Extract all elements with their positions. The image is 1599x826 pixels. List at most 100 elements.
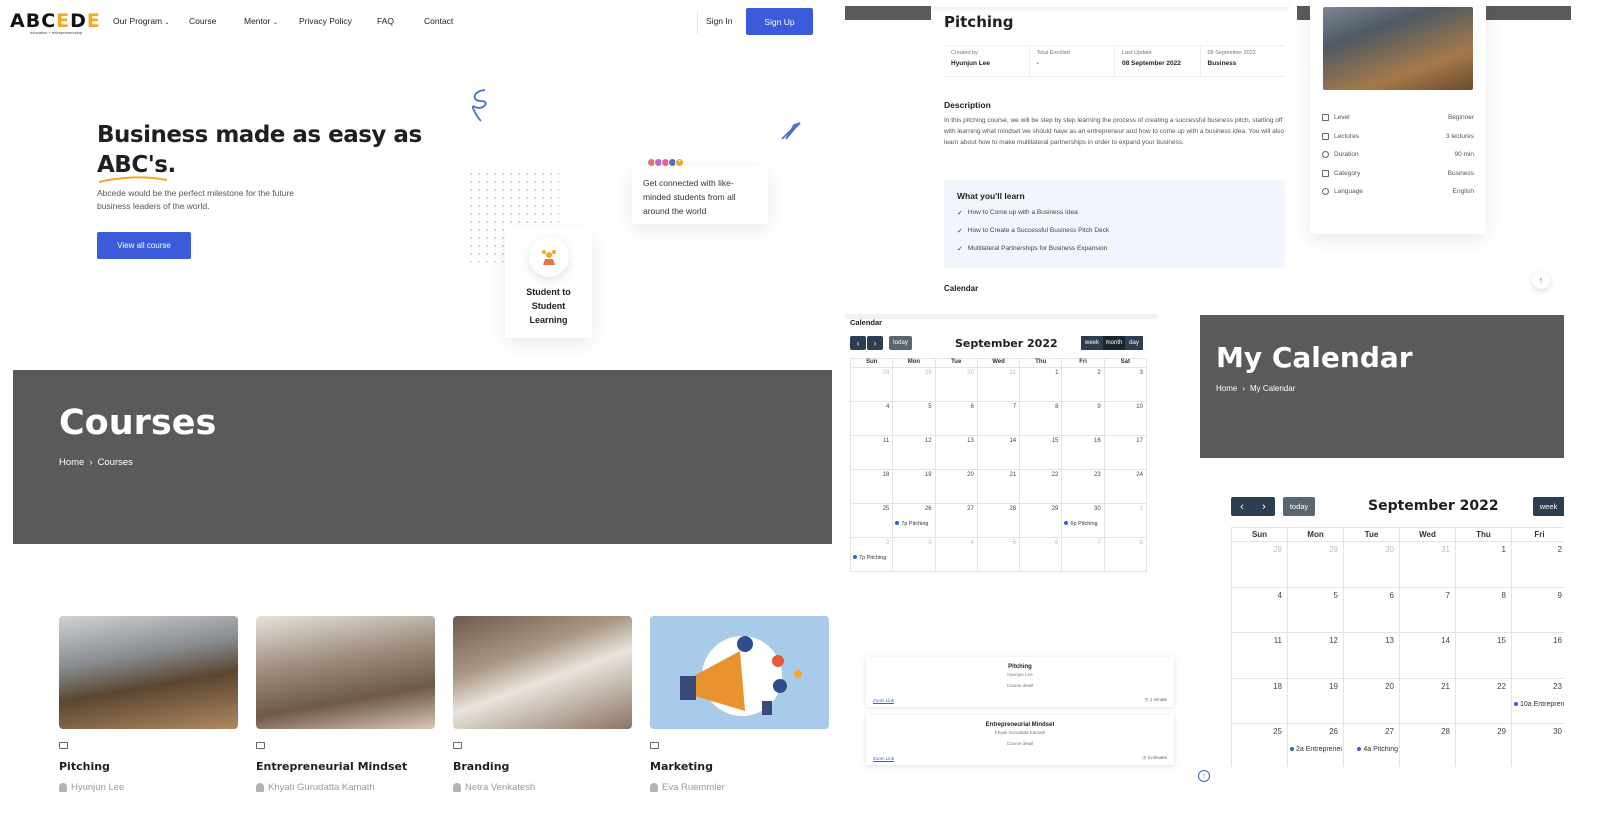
calendar-day[interactable]: 7 — [977, 402, 1021, 436]
course-card[interactable]: Entrepreneurial Mindset Khyati Gurudatta … — [256, 616, 436, 793]
schedule-card[interactable]: Entrepreneurial Mindset Khyati Gurudatta … — [866, 715, 1174, 765]
calendar-day[interactable]: 22 — [1020, 470, 1063, 504]
scroll-top-button[interactable]: ↑ — [1198, 770, 1210, 782]
sign-up-button[interactable]: Sign Up — [746, 8, 813, 35]
calendar-day[interactable]: 20 — [935, 470, 978, 504]
calendar-day[interactable]: 8 — [1020, 402, 1063, 436]
course-image[interactable] — [650, 616, 829, 729]
calendar-day[interactable]: 4 — [935, 538, 978, 572]
calendar-day[interactable]: 27 4a Pitching — [1344, 724, 1400, 767]
calendar-day[interactable]: 22 — [1456, 678, 1512, 724]
calendar-day[interactable]: 23 — [1062, 470, 1105, 504]
calendar-day[interactable]: 26 7p Pitching — [893, 504, 936, 538]
calendar-day[interactable]: 29 — [893, 368, 936, 402]
calendar-day[interactable]: 21 — [1400, 678, 1456, 724]
calendar-day[interactable]: 9 — [1512, 588, 1564, 633]
calendar-event[interactable]: 10a Entrepreneurial — [1514, 701, 1564, 708]
calendar-day[interactable]: 28 — [1232, 542, 1288, 588]
calendar-day[interactable]: 2 — [1062, 368, 1105, 402]
course-image[interactable] — [453, 616, 632, 729]
calendar-day[interactable]: 6 — [935, 402, 978, 436]
course-card[interactable]: Pitching Hyunjun Lee — [59, 616, 239, 793]
next-month-button[interactable]: › — [867, 336, 883, 350]
calendar-day[interactable]: 30 — [935, 368, 978, 402]
calendar-day[interactable]: 6 — [1344, 587, 1400, 633]
zoom-link[interactable]: Zoom Link — [873, 698, 894, 703]
calendar-day[interactable]: 5 — [893, 402, 936, 436]
calendar-day[interactable]: 11 — [1232, 633, 1288, 679]
calendar-day[interactable]: 29 — [1020, 504, 1063, 538]
calendar-day[interactable]: 3 — [1104, 368, 1147, 402]
calendar-day[interactable]: 12 — [893, 436, 936, 470]
calendar-day[interactable]: 16 — [1062, 436, 1105, 470]
today-button[interactable]: today — [1283, 497, 1315, 516]
sign-in-link[interactable]: Sign In — [706, 16, 732, 26]
calendar-day[interactable]: 7 — [1400, 587, 1456, 633]
calendar-day[interactable]: 20 — [1344, 678, 1400, 724]
calendar-day[interactable]: 30 — [1344, 542, 1400, 588]
calendar-day[interactable]: 13 — [1344, 633, 1400, 679]
course-title[interactable]: Marketing — [650, 760, 830, 773]
calendar-day[interactable]: 19 — [893, 470, 936, 504]
scroll-top-button[interactable]: ↑ — [1532, 271, 1550, 289]
nav-our-program[interactable]: Our Program ⌄ — [113, 16, 170, 26]
calendar-day[interactable]: 31 — [1400, 542, 1456, 588]
calendar-day[interactable]: 23 10a Entrepreneurial — [1512, 679, 1564, 724]
view-all-course-button[interactable]: View all course — [97, 232, 191, 259]
calendar-day[interactable]: 28 — [977, 504, 1021, 538]
calendar-day[interactable]: 25 — [1232, 724, 1288, 767]
today-button[interactable]: today — [889, 336, 912, 350]
calendar-day[interactable]: 12 — [1288, 633, 1344, 679]
calendar-day[interactable]: 14 — [1400, 633, 1456, 679]
nav-faq[interactable]: FAQ — [377, 16, 394, 26]
prev-month-button[interactable]: ‹ — [1231, 497, 1253, 516]
logo[interactable]: ABCEDE — [10, 10, 101, 32]
calendar-day[interactable]: 15 — [1456, 633, 1512, 679]
calendar-day[interactable]: 2 7p Pitching — [851, 538, 894, 572]
course-title[interactable]: Pitching — [59, 760, 239, 773]
calendar-day[interactable]: 4 — [851, 402, 894, 436]
zoom-link[interactable]: Zoom Link — [873, 756, 894, 761]
calendar-day[interactable]: 17 — [1104, 436, 1147, 470]
calendar-day[interactable]: 1 — [1104, 504, 1147, 538]
course-title[interactable]: Entrepreneurial Mindset — [256, 760, 436, 773]
calendar-day[interactable]: 2 — [1512, 542, 1564, 588]
calendar-day[interactable]: 1 — [1020, 368, 1063, 402]
calendar-day[interactable]: 21 — [977, 470, 1021, 504]
prev-month-button[interactable]: ‹ — [850, 336, 866, 350]
calendar-day[interactable]: 13 — [935, 436, 978, 470]
calendar-event[interactable]: 4a Pitching — [1346, 746, 1398, 753]
calendar-day[interactable]: 8 — [1456, 587, 1512, 633]
calendar-day[interactable]: 25 — [851, 504, 894, 538]
calendar-day[interactable]: 6 — [1020, 538, 1063, 572]
calendar-day[interactable]: 8 — [1104, 538, 1147, 572]
nav-mentor[interactable]: Mentor ⌄ — [244, 16, 278, 26]
calendar-day[interactable]: 29 — [1288, 542, 1344, 588]
course-image[interactable] — [59, 616, 238, 729]
calendar-day[interactable]: 14 — [977, 436, 1021, 470]
calendar-day[interactable]: 30 — [1512, 724, 1564, 767]
calendar-day[interactable]: 9 — [1062, 402, 1105, 436]
breadcrumb-home[interactable]: Home — [59, 457, 84, 468]
calendar-event[interactable]: 6p Pitching — [1064, 521, 1097, 527]
calendar-day[interactable]: 24 — [1104, 470, 1147, 504]
calendar-day[interactable]: 28 — [1400, 724, 1456, 767]
nav-contact[interactable]: Contact — [424, 16, 453, 26]
view-week-button[interactable]: week — [1533, 497, 1564, 516]
course-detail-link[interactable]: Course detail — [866, 683, 1174, 688]
calendar-event[interactable]: 7p Pitching — [853, 555, 886, 561]
calendar-day[interactable]: 28 — [851, 368, 894, 402]
next-month-button[interactable]: › — [1253, 497, 1275, 516]
calendar-day[interactable]: 18 — [851, 470, 894, 504]
calendar-day[interactable]: 16 — [1512, 633, 1564, 679]
schedule-card[interactable]: Pitching Hyunjun Lee Course detail Zoom Lin… — [866, 657, 1174, 707]
view-week-button[interactable]: week — [1081, 336, 1103, 350]
view-day-button[interactable]: day — [1125, 336, 1143, 350]
calendar-day[interactable]: 31 — [977, 368, 1021, 402]
view-month-button[interactable]: month — [1103, 336, 1125, 350]
calendar-day[interactable]: 3 — [893, 538, 936, 572]
calendar-event[interactable]: 2a Entrepreneurial — [1290, 746, 1342, 753]
course-card[interactable]: Marketing Eva Ruemmler — [650, 616, 830, 793]
breadcrumb-home[interactable]: Home — [1216, 384, 1237, 393]
calendar-day[interactable]: 27 — [935, 504, 978, 538]
